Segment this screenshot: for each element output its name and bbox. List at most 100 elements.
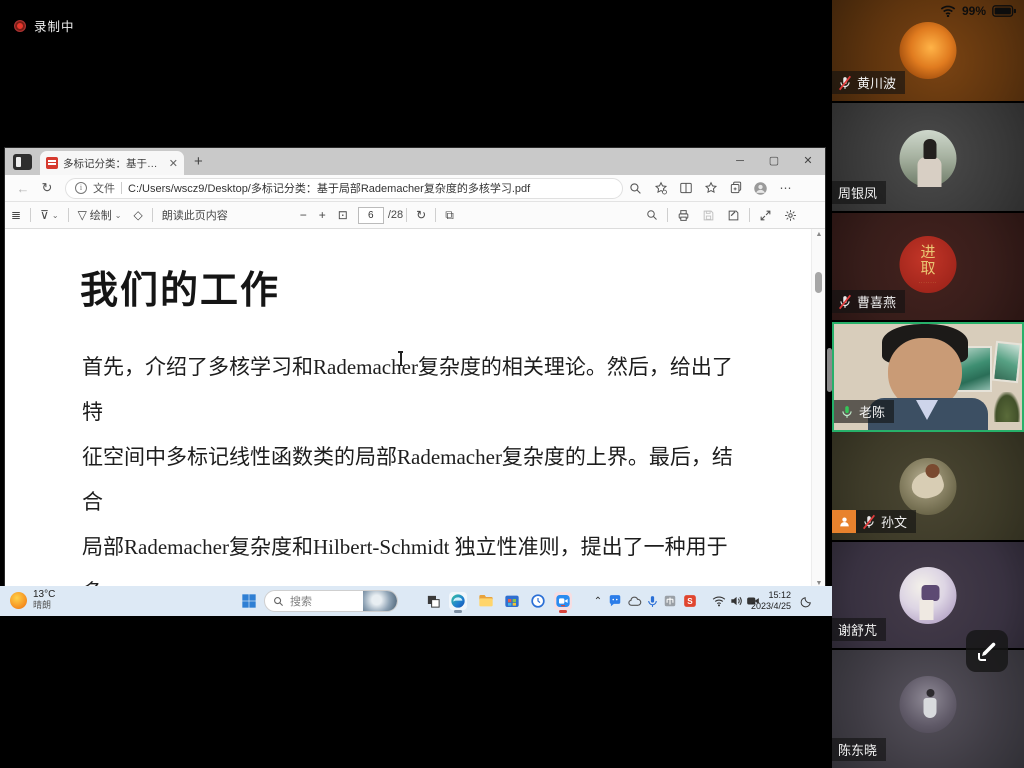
participant-sidebar: 99% 黄川波 周银凤 进取 ········ [832, 0, 1024, 768]
back-icon[interactable]: ← [11, 181, 35, 196]
page-info-icon[interactable]: i [75, 182, 87, 194]
weather-desc: 晴朗 [33, 600, 55, 611]
taskbar-weather-widget[interactable]: 13°C 晴朗 [10, 589, 55, 611]
pdf-page-view-button[interactable]: ⧉ [439, 208, 460, 223]
participant-name: 曹喜燕 [857, 292, 896, 311]
wall-picture [992, 341, 1022, 383]
pdf-draw-button[interactable]: ▽ 绘制 ⌄ [72, 207, 128, 223]
browser-menu-ellipsis-icon[interactable]: ⋯ [773, 178, 798, 199]
participant-tile[interactable]: 周银凤 [832, 103, 1024, 213]
participant-nametag: 孙文 [856, 510, 916, 533]
taskbar-file-explorer-icon[interactable] [477, 592, 495, 610]
divider [749, 208, 750, 222]
browser-address-row: ← ↻ i 文件 C:/Users/wscz9/Desktop/多标记分类：基于… [5, 175, 825, 202]
split-screen-icon[interactable] [673, 178, 698, 199]
participant-nametag: 谢舒芃 [832, 618, 886, 641]
tab-close-icon[interactable]: ✕ [169, 157, 178, 170]
pdf-scrollbar-thumb[interactable] [815, 272, 822, 293]
participant-name: 老陈 [859, 402, 885, 421]
tray-s-app-icon[interactable]: S [681, 592, 699, 610]
participant-name: 黄川波 [857, 73, 896, 92]
tab-workspaces-icon[interactable] [13, 154, 32, 170]
tray-wifi-icon[interactable] [710, 592, 728, 610]
refresh-icon[interactable]: ↻ [35, 180, 59, 196]
pdf-zoom-out-button[interactable]: − [294, 208, 313, 222]
pdf-search-button[interactable] [640, 209, 664, 221]
page-total-label: /28 [388, 209, 403, 221]
add-favorite-star-icon[interactable] [698, 178, 723, 199]
pdf-zoom-in-button[interactable]: + [313, 208, 332, 222]
pdf-save-button[interactable] [696, 209, 721, 222]
participant-nametag: 老陈 [834, 400, 894, 423]
task-view-button[interactable] [424, 592, 442, 610]
pdf-save-as-button[interactable] [721, 209, 746, 222]
tray-volume-icon[interactable] [727, 592, 745, 610]
divider [121, 182, 122, 194]
taskbar-search-box[interactable]: 搜索 [264, 590, 398, 612]
browser-tab-active[interactable]: 多标记分类：基于局部Rademac ✕ [40, 151, 184, 175]
recording-dot-icon [14, 20, 26, 32]
start-button[interactable] [240, 592, 258, 610]
profile-avatar-icon[interactable] [748, 178, 773, 199]
taskbar-meeting-app-icon[interactable] [554, 592, 572, 610]
participant-name: 孙文 [881, 512, 907, 531]
collections-icon[interactable] [723, 178, 748, 199]
edge-browser-window: 多标记分类：基于局部Rademac ✕ + ─ ▢ ✕ ← ↻ i 文件 C:/… [5, 148, 825, 589]
text-cursor [396, 351, 405, 366]
paragraph-line: 首先，介绍了多核学习和Rademacher复杂度的相关理论。然后，给出了特 [82, 345, 744, 435]
participant-tile[interactable]: 进取 ········ 曹喜燕 [832, 213, 1024, 322]
participant-nametag: 曹喜燕 [832, 290, 905, 313]
recording-label: 录制中 [34, 16, 75, 35]
tray-cloud-icon[interactable] [625, 592, 643, 610]
taskbar-store-icon[interactable] [503, 592, 521, 610]
avatar [900, 130, 957, 187]
favorites-star-settings-icon[interactable] [648, 178, 673, 199]
pdf-highlight-button[interactable]: ⊽⌄ [34, 208, 65, 222]
zoom-search-icon[interactable] [623, 178, 648, 199]
pdf-erase-button[interactable]: ◇ [128, 208, 149, 222]
weather-sun-icon [10, 592, 27, 609]
avatar [900, 676, 957, 733]
participant-tile-active-speaker[interactable]: 老陈 [832, 322, 1024, 432]
tab-title: 多标记分类：基于局部Rademac [63, 156, 164, 171]
participant-tile[interactable]: 孙文 [832, 432, 1024, 542]
taskbar-edge-icon[interactable] [449, 592, 467, 610]
pdf-toc-button[interactable]: ≣ [5, 208, 27, 222]
weather-temp: 13°C [33, 589, 55, 600]
maximize-button[interactable]: ▢ [757, 148, 791, 175]
pdf-read-aloud-label: 朗读此页内容 [162, 207, 228, 223]
battery-icon [992, 5, 1016, 17]
new-tab-button[interactable]: + [194, 153, 203, 170]
divider [68, 208, 69, 222]
pdf-scrollbar[interactable]: ▲ ▼ [811, 229, 825, 589]
battery-percent: 99% [962, 4, 986, 18]
minimize-button[interactable]: ─ [723, 148, 757, 175]
tray-night-mode-icon[interactable] [797, 592, 815, 610]
pdf-fit-page-button[interactable]: ⊡ [332, 208, 354, 222]
mic-on-icon [840, 405, 854, 419]
tray-ime-icon[interactable] [661, 592, 679, 610]
pdf-settings-gear-icon[interactable] [778, 209, 803, 222]
taskbar-clock-app-icon[interactable] [529, 592, 547, 610]
page-number-input[interactable] [358, 207, 384, 224]
pdf-fullscreen-button[interactable] [753, 209, 778, 222]
scroll-up-icon[interactable]: ▲ [812, 231, 825, 238]
url-scheme-label: 文件 [93, 180, 115, 196]
close-button[interactable]: ✕ [791, 148, 825, 175]
svg-text:S: S [687, 597, 693, 606]
pdf-rotate-button[interactable]: ↻ [410, 208, 432, 222]
pdf-print-button[interactable] [671, 209, 696, 222]
divider [435, 208, 436, 222]
divider [30, 208, 31, 222]
pdf-page[interactable]: 我们的工作 首先，介绍了多核学习和Rademacher复杂度的相关理论。然后，给… [5, 229, 825, 589]
taskbar-clock[interactable]: 15:12 2023/4/25 [745, 590, 791, 612]
annotation-pen-button[interactable] [966, 630, 1008, 672]
tray-expand-chevron-icon[interactable]: ⌃ [592, 592, 604, 610]
tray-chat-icon[interactable] [606, 592, 624, 610]
windows-taskbar: 13°C 晴朗 搜索 ⌃ [0, 586, 832, 616]
tray-microphone-icon[interactable] [643, 592, 661, 610]
search-placeholder: 搜索 [290, 593, 357, 609]
address-bar[interactable]: i 文件 C:/Users/wscz9/Desktop/多标记分类：基于局部Ra… [65, 178, 623, 199]
pdf-read-aloud-button[interactable]: 朗读此页内容 [156, 207, 234, 223]
paragraph-line: 局部Rademacher复杂度和Hilbert-Schmidt 独立性准则，提出… [82, 525, 744, 589]
